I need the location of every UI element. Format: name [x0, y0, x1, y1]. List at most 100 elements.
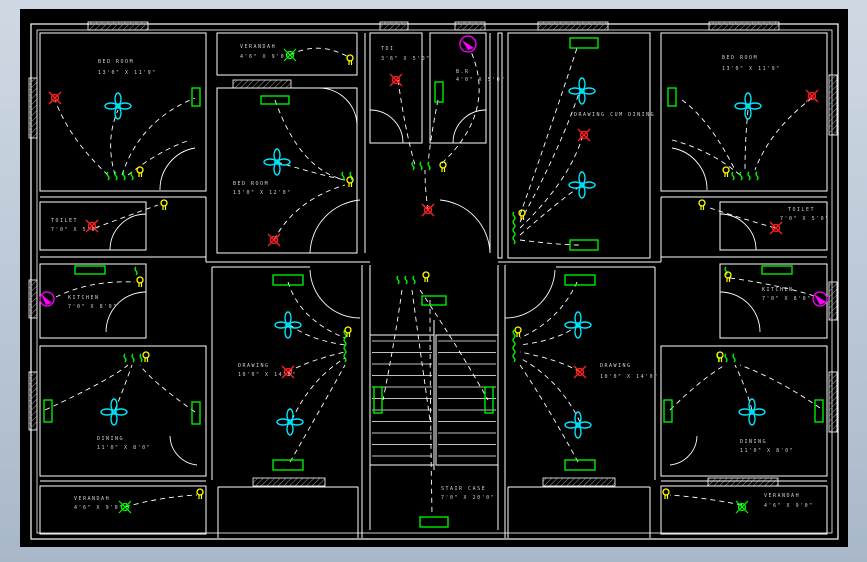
switch-board	[272, 274, 304, 286]
outlet-icon	[196, 488, 204, 500]
switch-icon	[131, 353, 135, 363]
room-size: 13'0" X 11'9"	[722, 66, 781, 72]
switch-icon	[343, 353, 347, 363]
fan-icon	[738, 398, 766, 426]
outlet-icon	[698, 199, 706, 211]
outlet-icon	[136, 276, 144, 288]
switch-icon	[122, 171, 126, 181]
room-name: BED ROOM	[233, 181, 269, 187]
switch-icon	[106, 171, 110, 181]
light-icon	[805, 89, 819, 103]
switch-board	[564, 459, 596, 471]
room-size: 4'6" X 9'0"	[764, 503, 814, 509]
light-icon	[573, 365, 587, 379]
outlet-icon	[439, 161, 447, 173]
room-size: 7'0" X 5'0"	[51, 227, 101, 233]
switch-icon	[427, 161, 431, 171]
outlet-icon	[724, 271, 732, 283]
room-labels: BED ROOM 13'0" X 11'9" VERANDAH 4'6" X 9…	[51, 44, 828, 511]
room-name: DRAWING CUM DINING	[574, 112, 655, 118]
window-hatches	[28, 21, 838, 487]
ceiling-fans	[100, 77, 766, 439]
switch-icon	[512, 345, 516, 355]
room-size: 13'0" X 11'9"	[98, 70, 157, 76]
switch-board	[419, 516, 449, 528]
room-size: 11'0" X 8'0"	[97, 445, 151, 451]
switch-icon	[412, 275, 416, 285]
room-size: 4'6" X 9'0"	[74, 505, 124, 511]
switch-board	[373, 386, 383, 414]
switch-icon	[343, 345, 347, 355]
wiring	[44, 44, 821, 516]
room-name: DRAWING	[600, 363, 632, 369]
switch-icon	[724, 353, 728, 363]
switch-icon	[341, 171, 345, 181]
outlet-icon	[346, 176, 354, 188]
room-name: BED ROOM	[722, 55, 758, 61]
room-name: KITCHEN	[68, 295, 100, 301]
room-name: TOILET	[51, 218, 78, 224]
outlet-icon	[346, 54, 354, 66]
room-size: 7'0" X 8'0"	[762, 296, 812, 302]
switch-board	[191, 87, 201, 107]
light-icon	[421, 203, 435, 217]
switch-icon	[732, 353, 736, 363]
room-name: TOI	[381, 46, 395, 52]
light-icon	[267, 233, 281, 247]
fan-icon	[104, 92, 132, 120]
room-size: 10'0" X 14'0"	[600, 374, 659, 380]
light-icon	[389, 73, 403, 87]
room-size: 3'6" X 5'0"	[381, 56, 431, 62]
cad-window-frame: BED ROOM 13'0" X 11'9" VERANDAH 4'6" X 9…	[0, 0, 867, 562]
switch-icon	[396, 275, 400, 285]
walls	[39, 32, 828, 538]
switch-board	[272, 459, 304, 471]
switch-board	[667, 87, 677, 107]
outlet-icon	[160, 199, 168, 211]
outlet-icon	[142, 351, 150, 363]
light-icon	[48, 91, 62, 105]
room-name: B.R	[456, 69, 470, 75]
switch-icon	[134, 266, 138, 276]
bulb-icon	[735, 500, 749, 514]
switch-icon	[130, 171, 134, 181]
drawing-canvas[interactable]: BED ROOM 13'0" X 11'9" VERANDAH 4'6" X 9…	[20, 9, 848, 547]
light-icon	[577, 128, 591, 142]
room-name: DRAWING	[238, 363, 270, 369]
room-name: STAIR CASE	[441, 486, 486, 492]
switch-icon	[512, 353, 516, 363]
outlet-icon	[514, 326, 522, 338]
room-size: 7'0" X 8'0"	[68, 304, 118, 310]
switch-board	[434, 81, 444, 103]
room-name: KITCHEN	[762, 287, 794, 293]
switch-icon	[739, 171, 743, 181]
room-name: DINING	[740, 439, 767, 445]
room-size: 10'0" X 14'0"	[238, 372, 297, 378]
db-panels	[39, 35, 828, 307]
outlet-icon	[422, 271, 430, 283]
fan-icon	[276, 408, 304, 436]
switch-icon	[349, 171, 353, 181]
room-size: 4'6" X 9'0"	[240, 54, 290, 60]
outlet-icon	[722, 166, 730, 178]
switch-board	[663, 399, 673, 423]
switch-icon	[411, 161, 415, 171]
switch-icon	[419, 161, 423, 171]
room-name: TOILET	[788, 207, 815, 213]
switch-board	[564, 274, 596, 286]
switch-icon	[512, 227, 516, 237]
room-size: 13'0" X 12'0"	[233, 190, 292, 196]
outlet-icon	[662, 488, 670, 500]
room-size: 7'0" X 20'0"	[441, 495, 495, 501]
switch-board	[43, 399, 53, 423]
switch-icon	[512, 219, 516, 229]
switch-icon	[755, 171, 759, 181]
room-name: VERANDAH	[240, 44, 276, 50]
switch-icon	[512, 337, 516, 347]
switch-icon	[404, 275, 408, 285]
fan-icon	[568, 77, 596, 105]
door-arcs	[105, 87, 761, 466]
light-icon	[769, 221, 783, 235]
switch-board	[191, 401, 201, 425]
room-size: 4'0" X 5'0"	[456, 77, 506, 83]
